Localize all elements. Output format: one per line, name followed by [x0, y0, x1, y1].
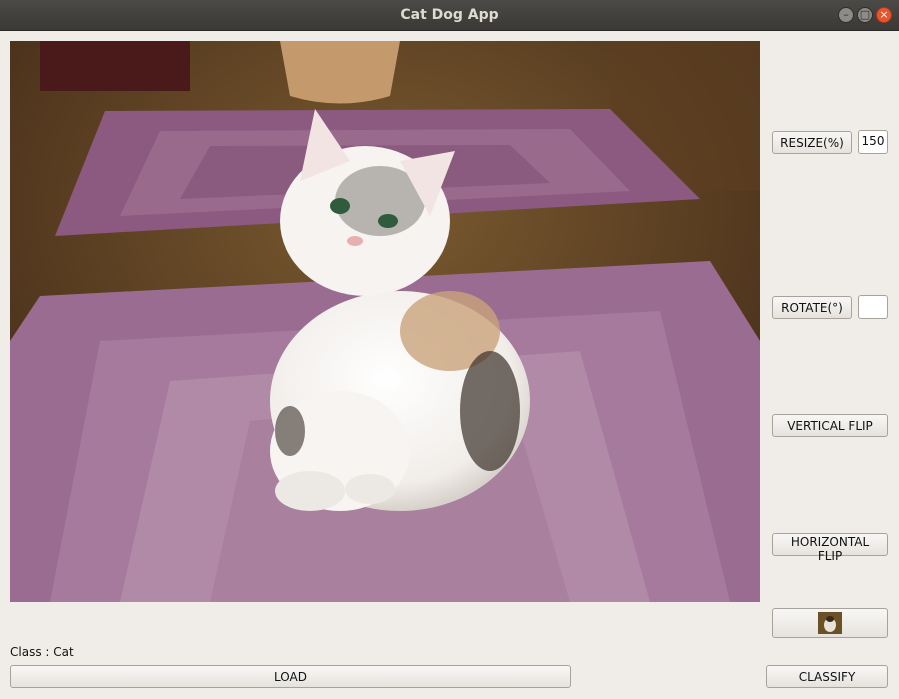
window-titlebar: Cat Dog App – □ × — [0, 0, 899, 31]
rotate-input[interactable] — [858, 295, 888, 319]
thumbnail-button[interactable] — [772, 608, 888, 638]
cat-photo — [10, 41, 760, 602]
rotate-button[interactable]: ROTATE(°) — [772, 296, 852, 319]
load-button[interactable]: LOAD — [10, 665, 571, 688]
classification-result: Class : Cat — [10, 645, 74, 659]
classify-button[interactable]: CLASSIFY — [766, 665, 888, 688]
minimize-icon[interactable]: – — [838, 7, 854, 23]
window-title: Cat Dog App — [400, 7, 499, 23]
resize-input[interactable]: 150 — [858, 130, 888, 154]
resize-button[interactable]: RESIZE(%) — [772, 131, 852, 154]
horizontal-flip-button[interactable]: HORIZONTAL FLIP — [772, 533, 888, 563]
cat-thumbnail-icon — [818, 611, 842, 634]
vertical-flip-button[interactable]: VERTICAL FLIP — [772, 414, 888, 437]
image-display — [10, 41, 760, 602]
close-icon[interactable]: × — [876, 7, 892, 23]
maximize-icon[interactable]: □ — [857, 7, 873, 23]
